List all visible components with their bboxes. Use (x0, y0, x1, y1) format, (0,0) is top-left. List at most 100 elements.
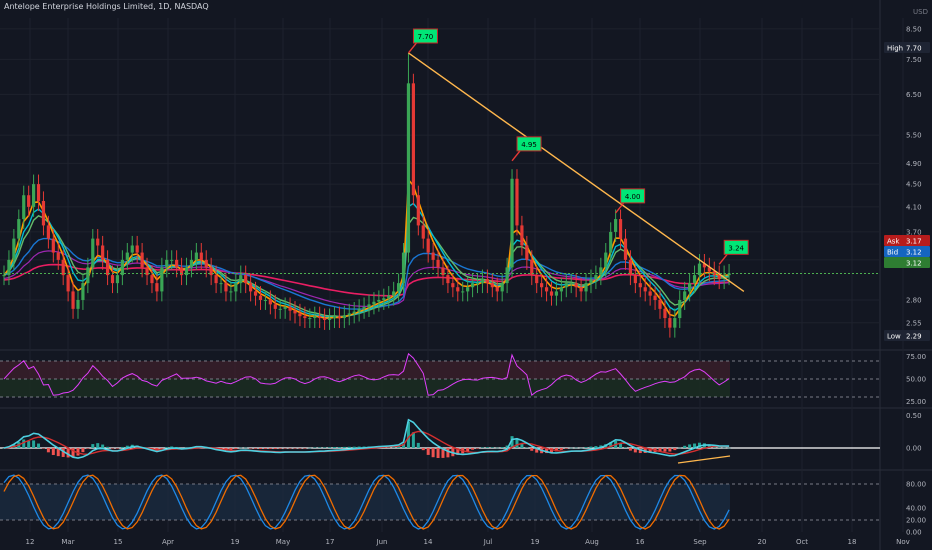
candle-body (683, 291, 687, 300)
candle-body (135, 245, 139, 253)
candle-body (678, 299, 682, 319)
macd-histogram-bar (91, 444, 95, 448)
macd-histogram-bar (436, 448, 440, 458)
macd-histogram-bar (298, 448, 302, 449)
candle-body (96, 238, 100, 246)
candle-body (392, 291, 396, 296)
macd-histogram-bar (318, 447, 322, 448)
macd-histogram-bar (244, 447, 248, 449)
candle-body (544, 287, 549, 292)
stoch-tick-label: 20.00 (906, 517, 926, 525)
candle-body (554, 291, 559, 296)
candle-body (401, 252, 406, 284)
currency-label: USD (913, 8, 928, 16)
candle-body (480, 279, 485, 284)
candle-body (584, 283, 588, 292)
candle-body (234, 283, 238, 292)
candle-body (244, 275, 248, 284)
low-badge-label: Low (887, 333, 901, 341)
macd-histogram-bar (485, 447, 489, 448)
candle-body (7, 259, 11, 276)
candle-body (623, 238, 628, 260)
macd-histogram-bar (46, 448, 50, 453)
time-tick-label: Sep (693, 538, 707, 546)
candle-body (268, 299, 272, 305)
time-tick-label: Aug (585, 538, 599, 546)
candle-body (515, 178, 519, 226)
price-tick-label: 2.55 (906, 319, 922, 327)
candle-body (520, 225, 524, 246)
time-tick-label: 20 (758, 538, 767, 546)
candle-body (36, 184, 41, 201)
annotation-pointer (407, 42, 418, 54)
candle-body (17, 219, 21, 239)
candle-body (470, 283, 475, 288)
macd-histogram-bar (668, 448, 672, 452)
macd-histogram-bar (37, 443, 41, 448)
time-tick-label: 18 (848, 538, 857, 546)
candle-body (540, 283, 544, 288)
macd-histogram-bar (303, 448, 307, 449)
candle-body (101, 245, 105, 260)
chart-title: Antelope Enterprise Holdings Limited, 1D… (4, 2, 209, 11)
candle-body (549, 291, 554, 296)
candle-body (337, 316, 342, 319)
macd-histogram-bar (160, 448, 164, 449)
candle-body (332, 316, 337, 319)
candle-body (115, 275, 120, 284)
candle-body (579, 287, 583, 292)
macd-histogram-bar (347, 446, 351, 448)
candle-body (362, 307, 366, 309)
macd-histogram-bar (81, 448, 85, 453)
macd-histogram-bar (623, 447, 627, 448)
candle-body (466, 287, 470, 292)
macd-histogram-bar (663, 448, 667, 452)
macd-histogram-bar (263, 448, 267, 449)
candle-body (51, 238, 55, 253)
candle-body (303, 316, 307, 319)
macd-histogram-bar (101, 444, 105, 448)
candle-body (500, 283, 504, 292)
candle-body (461, 291, 465, 293)
time-tick-label: May (276, 538, 290, 546)
macd-histogram-bar (569, 447, 573, 449)
candle-body (155, 283, 159, 292)
rsi-tick-label: 50.00 (906, 376, 926, 384)
time-tick-label: 19 (231, 538, 240, 546)
macd-histogram-bar (111, 448, 115, 449)
candle-body (495, 287, 499, 292)
candle-body (628, 259, 633, 276)
macd-histogram-bar (66, 448, 70, 458)
time-tick-label: Jul (483, 538, 493, 546)
candle-body (293, 310, 297, 314)
macd-histogram-bar (589, 446, 593, 448)
macd-histogram-bar (332, 447, 336, 448)
candle-body (204, 259, 208, 268)
candle-body (140, 252, 144, 268)
time-tick-label: 17 (326, 538, 335, 546)
candle-body (382, 298, 386, 300)
candle-body (648, 291, 652, 296)
macd-histogram-bar (283, 448, 287, 449)
macd-histogram-bar (258, 448, 262, 449)
stock-chart[interactable]: 8.507.506.505.504.904.504.103.703.302.80… (0, 0, 932, 550)
macd-histogram-bar (727, 447, 731, 449)
candle-body (692, 275, 697, 284)
time-tick-label: Jun (376, 538, 388, 546)
macd-histogram-bar (86, 448, 90, 449)
annotation-pointer (615, 202, 625, 214)
macd-histogram-bar (579, 447, 583, 449)
candle-body (66, 275, 70, 292)
candle-body (91, 238, 95, 268)
candle-body (372, 301, 376, 305)
candle-body (436, 259, 440, 268)
time-tick-label: Oct (796, 538, 808, 546)
ask-badge-label: Ask (887, 238, 900, 246)
trend-line (408, 52, 745, 292)
candle-body (559, 287, 563, 292)
candle-body (130, 245, 134, 253)
macd-tick-label: 0.00 (906, 445, 922, 453)
candle-body (165, 259, 169, 268)
macd-histogram-bar (234, 448, 238, 450)
macd-histogram-bar (717, 447, 721, 448)
